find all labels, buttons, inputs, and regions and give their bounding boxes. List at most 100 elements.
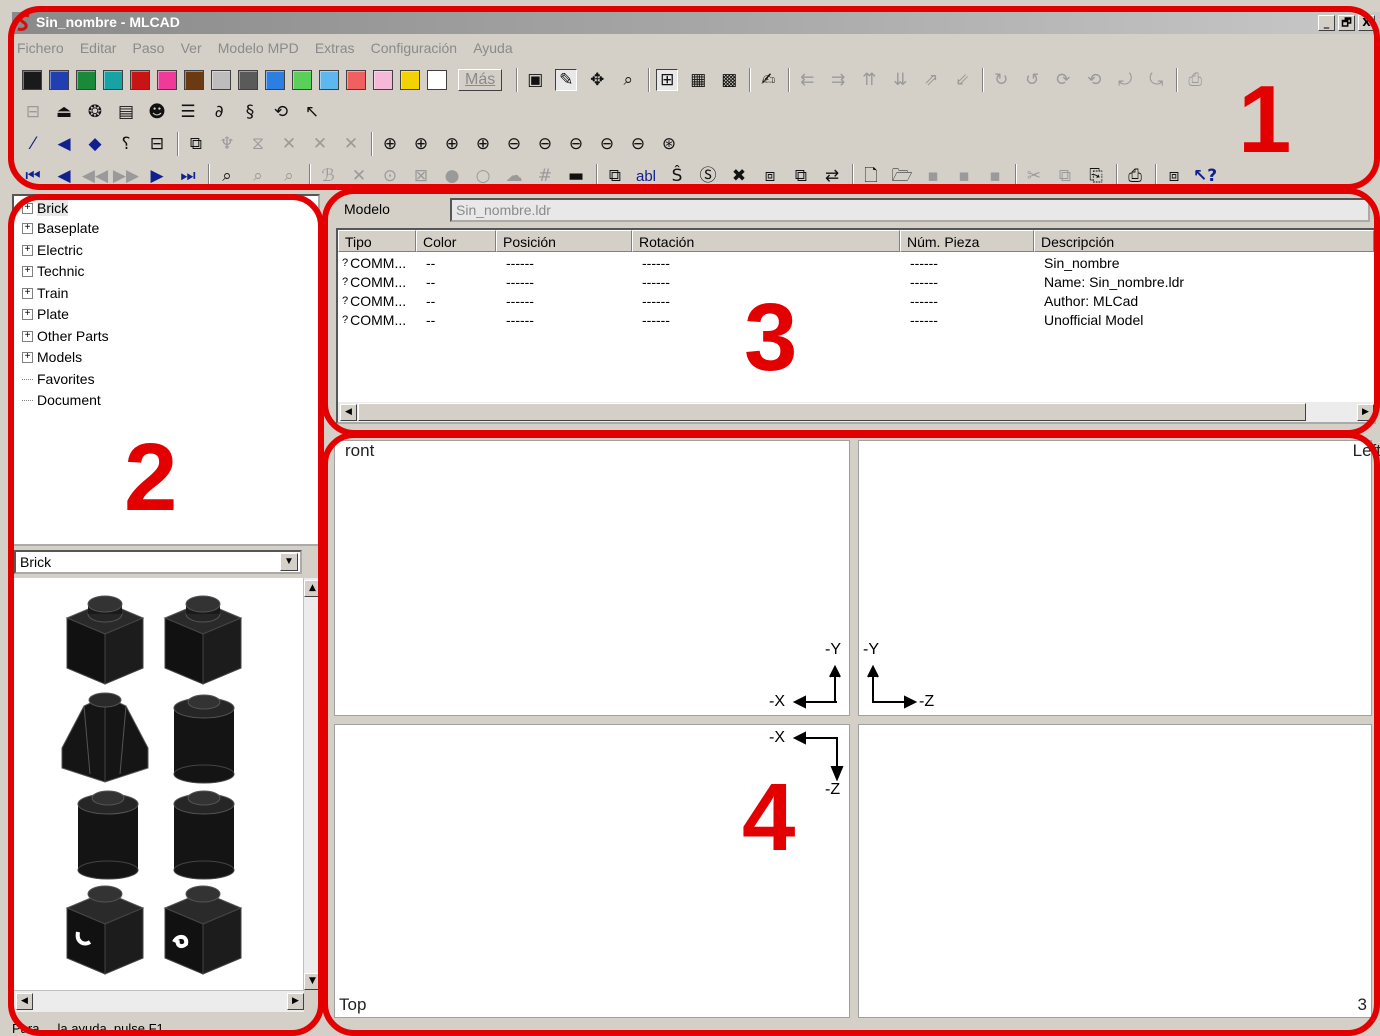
column-header-num-pieza[interactable]: Núm. Pieza — [900, 230, 1034, 252]
prev-step-icon[interactable]: ◀ — [53, 165, 75, 187]
color-swatch[interactable] — [373, 70, 393, 90]
move-in-icon[interactable]: ⇗ — [920, 69, 942, 91]
menu-editar[interactable]: Editar — [75, 38, 124, 56]
expand-icon[interactable]: + — [22, 265, 33, 277]
pause-icon[interactable]: ⊙ — [379, 165, 401, 187]
zoom-200-icon[interactable]: ⊕ — [410, 133, 432, 155]
zoom-icon[interactable]: ⌕ — [617, 69, 639, 91]
viewport-3d[interactable]: 3 — [858, 724, 1372, 1018]
edit-mode-icon[interactable]: ✎ — [555, 69, 578, 91]
delete-x3-icon[interactable]: ✕ — [340, 133, 362, 155]
model-horizontal-scrollbar[interactable]: ◀ ▶ — [338, 402, 1374, 422]
expand-icon[interactable]: + — [22, 330, 33, 342]
delete-x1-icon[interactable]: ✕ — [278, 133, 300, 155]
viewport-left[interactable]: Left -Y -Z — [858, 440, 1380, 716]
pen-icon[interactable]: ✍ — [757, 69, 779, 91]
new-file-icon[interactable]: 🗋 — [860, 165, 882, 187]
viewport-front[interactable]: ront -Y -X — [334, 440, 850, 716]
sky-icon[interactable]: ☁ — [503, 165, 525, 187]
open-file-icon[interactable]: 🗁 — [891, 165, 913, 187]
tree-item-models[interactable]: + Models — [22, 347, 82, 367]
find-icon[interactable]: ⌕ — [216, 165, 238, 187]
tree-item-other-parts[interactable]: + Other Parts — [22, 326, 109, 346]
copy-icon[interactable]: ⧉ — [1054, 165, 1076, 187]
save-icon[interactable]: ▪ — [922, 165, 944, 187]
rewind-icon[interactable]: ◀◀ — [82, 165, 108, 187]
color-swatch[interactable] — [319, 70, 339, 90]
tree-item-brick[interactable]: + Brick — [22, 198, 69, 218]
color-swatch[interactable] — [49, 70, 69, 90]
tree-item-baseplate[interactable]: + Baseplate — [22, 218, 99, 238]
menu-configuracion[interactable]: Configuración — [366, 38, 464, 56]
light-on-icon[interactable]: ● — [441, 165, 463, 187]
move-left-icon[interactable]: ⇇ — [796, 69, 818, 91]
sticker-icon[interactable]: Ŝ — [666, 165, 688, 187]
zoom-50-icon[interactable]: ⊖ — [534, 133, 556, 155]
close-button[interactable]: X — [1358, 15, 1375, 31]
conditional-line-icon[interactable]: ⸮ — [115, 133, 137, 155]
move-right-icon[interactable]: ⇉ — [827, 69, 849, 91]
color-swatch[interactable] — [211, 70, 231, 90]
scroll-down-icon[interactable]: ▼ — [304, 973, 321, 990]
color-swatch[interactable] — [184, 70, 204, 90]
cone-brick-icon[interactable] — [60, 688, 150, 784]
round-brick-icon[interactable] — [68, 786, 148, 882]
font-icon[interactable]: ℬ — [317, 165, 339, 187]
remove-icon[interactable]: ✕ — [348, 165, 370, 187]
menu-fichero[interactable]: Fichero — [12, 38, 71, 56]
color-swatch[interactable] — [157, 70, 177, 90]
tree-item-favorites[interactable]: Favorites — [22, 369, 95, 389]
light-off-icon[interactable]: ○ — [472, 165, 494, 187]
group-icon[interactable]: ☰ — [177, 101, 199, 123]
rotation-step-icon[interactable]: ⏏ — [53, 101, 75, 123]
hose-icon[interactable]: ∂ — [208, 101, 230, 123]
menu-extras[interactable]: Extras — [310, 38, 362, 56]
minifig-icon[interactable]: ☻ — [146, 101, 168, 123]
move-down-icon[interactable]: ⇊ — [889, 69, 911, 91]
model-select[interactable]: Sin_nombre.ldr — [450, 198, 1370, 222]
more-colors-button[interactable]: Más — [458, 69, 503, 91]
color-swatch[interactable] — [130, 70, 150, 90]
render-icon[interactable]: ⧉ — [790, 165, 812, 187]
color-swatch[interactable] — [346, 70, 366, 90]
color-swatch[interactable] — [292, 70, 312, 90]
expand-icon[interactable]: + — [22, 308, 33, 320]
window-view-icon[interactable]: ▣ — [524, 69, 546, 91]
brick-1x1-icon[interactable] — [160, 592, 246, 690]
flexible-icon[interactable]: ⇄ — [821, 165, 843, 187]
zoom-100-icon[interactable]: ⊕ — [472, 133, 494, 155]
rotate-icon[interactable]: ⟲ — [270, 101, 292, 123]
bufexchg-icon[interactable]: ❂ — [84, 101, 106, 123]
print-icon[interactable]: ⎙ — [1184, 69, 1206, 91]
properties-icon[interactable]: ⧈ — [1163, 165, 1185, 187]
paste-icon[interactable]: ⎘ — [1085, 165, 1107, 187]
color-swatch[interactable] — [265, 70, 285, 90]
text-label-icon[interactable]: abl — [635, 165, 657, 187]
pointer-icon[interactable]: ↖ — [301, 101, 323, 123]
tree-item-document[interactable]: Document — [22, 390, 101, 410]
comment-icon[interactable]: ⊟ — [146, 133, 168, 155]
column-header-tipo[interactable]: Tipo — [338, 230, 416, 252]
printed-brick-icon[interactable] — [62, 882, 148, 980]
rotate-x-plus-icon[interactable]: ↻ — [990, 69, 1012, 91]
round-brick-icon[interactable] — [164, 786, 244, 882]
color-swatch[interactable] — [76, 70, 96, 90]
menu-ver[interactable]: Ver — [176, 38, 209, 56]
parts-horizontal-scrollbar[interactable]: ◀ ▶ — [14, 990, 304, 1012]
ghost-icon[interactable]: ▤ — [115, 101, 137, 123]
delete-red-icon[interactable]: ✖ — [728, 165, 750, 187]
spring-icon[interactable]: § — [239, 101, 261, 123]
brick-1x1-icon[interactable] — [62, 592, 148, 690]
step-icon[interactable]: ⊟ — [22, 101, 44, 123]
expand-icon[interactable]: + — [22, 244, 33, 256]
move-out-icon[interactable]: ⇙ — [951, 69, 973, 91]
rotate-y-minus-icon[interactable]: ⟲ — [1083, 69, 1105, 91]
snapshot-icon[interactable]: ⧈ — [759, 165, 781, 187]
tree-item-electric[interactable]: + Electric — [22, 240, 83, 260]
printer-icon[interactable]: ⎙ — [1124, 165, 1146, 187]
color-swatch[interactable] — [22, 70, 42, 90]
menu-ayuda[interactable]: Ayuda — [468, 38, 519, 56]
generator-icon[interactable]: ♆ — [216, 133, 238, 155]
expand-icon[interactable]: + — [22, 287, 33, 299]
grid-toggle-icon[interactable]: # — [534, 165, 556, 187]
